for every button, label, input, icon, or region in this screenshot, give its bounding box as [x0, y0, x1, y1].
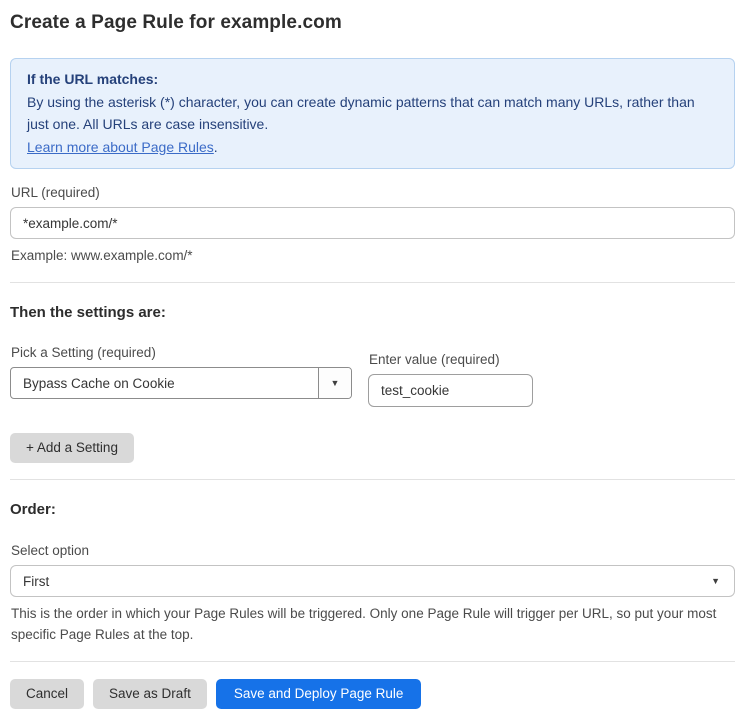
- footer-actions: Cancel Save as Draft Save and Deploy Pag…: [10, 679, 735, 709]
- order-section-heading: Order:: [10, 501, 735, 518]
- link-suffix: .: [214, 139, 218, 155]
- settings-row: Pick a Setting (required) Bypass Cache o…: [10, 345, 735, 407]
- value-column: Enter value (required): [368, 345, 533, 407]
- url-input[interactable]: [10, 207, 735, 239]
- dropdown-arrow-icon: ▼: [711, 576, 720, 586]
- url-match-info-box: If the URL matches: By using the asteris…: [10, 58, 735, 169]
- divider: [10, 479, 735, 480]
- info-box-body: By using the asterisk (*) character, you…: [27, 91, 718, 136]
- info-box-heading: If the URL matches:: [27, 68, 718, 91]
- page-rules-learn-more-link[interactable]: Learn more about Page Rules: [27, 139, 214, 155]
- order-select-value: First: [23, 574, 49, 589]
- setting-column: Pick a Setting (required) Bypass Cache o…: [10, 345, 352, 399]
- order-helper-text: This is the order in which your Page Rul…: [11, 603, 736, 645]
- setting-value-input[interactable]: [368, 374, 533, 407]
- cancel-button[interactable]: Cancel: [10, 679, 84, 709]
- settings-section-heading: Then the settings are:: [10, 304, 735, 321]
- save-as-draft-button[interactable]: Save as Draft: [93, 679, 207, 709]
- url-helper-text: Example: www.example.com/*: [11, 245, 735, 266]
- setting-value-label: Enter value (required): [369, 352, 533, 367]
- save-and-deploy-button[interactable]: Save and Deploy Page Rule: [216, 679, 422, 709]
- info-box-link-line: Learn more about Page Rules.: [27, 136, 718, 159]
- divider: [10, 661, 735, 662]
- divider: [10, 282, 735, 283]
- setting-select[interactable]: Bypass Cache on Cookie ▼: [10, 367, 352, 399]
- page-title: Create a Page Rule for example.com: [10, 12, 735, 34]
- setting-select-value: Bypass Cache on Cookie: [11, 368, 318, 398]
- order-select-label: Select option: [11, 543, 735, 558]
- setting-select-label: Pick a Setting (required): [11, 345, 352, 360]
- url-field-label: URL (required): [11, 185, 735, 200]
- add-setting-button[interactable]: + Add a Setting: [10, 433, 134, 463]
- order-select[interactable]: First ▼: [10, 565, 735, 597]
- dropdown-arrow-icon[interactable]: ▼: [318, 368, 351, 398]
